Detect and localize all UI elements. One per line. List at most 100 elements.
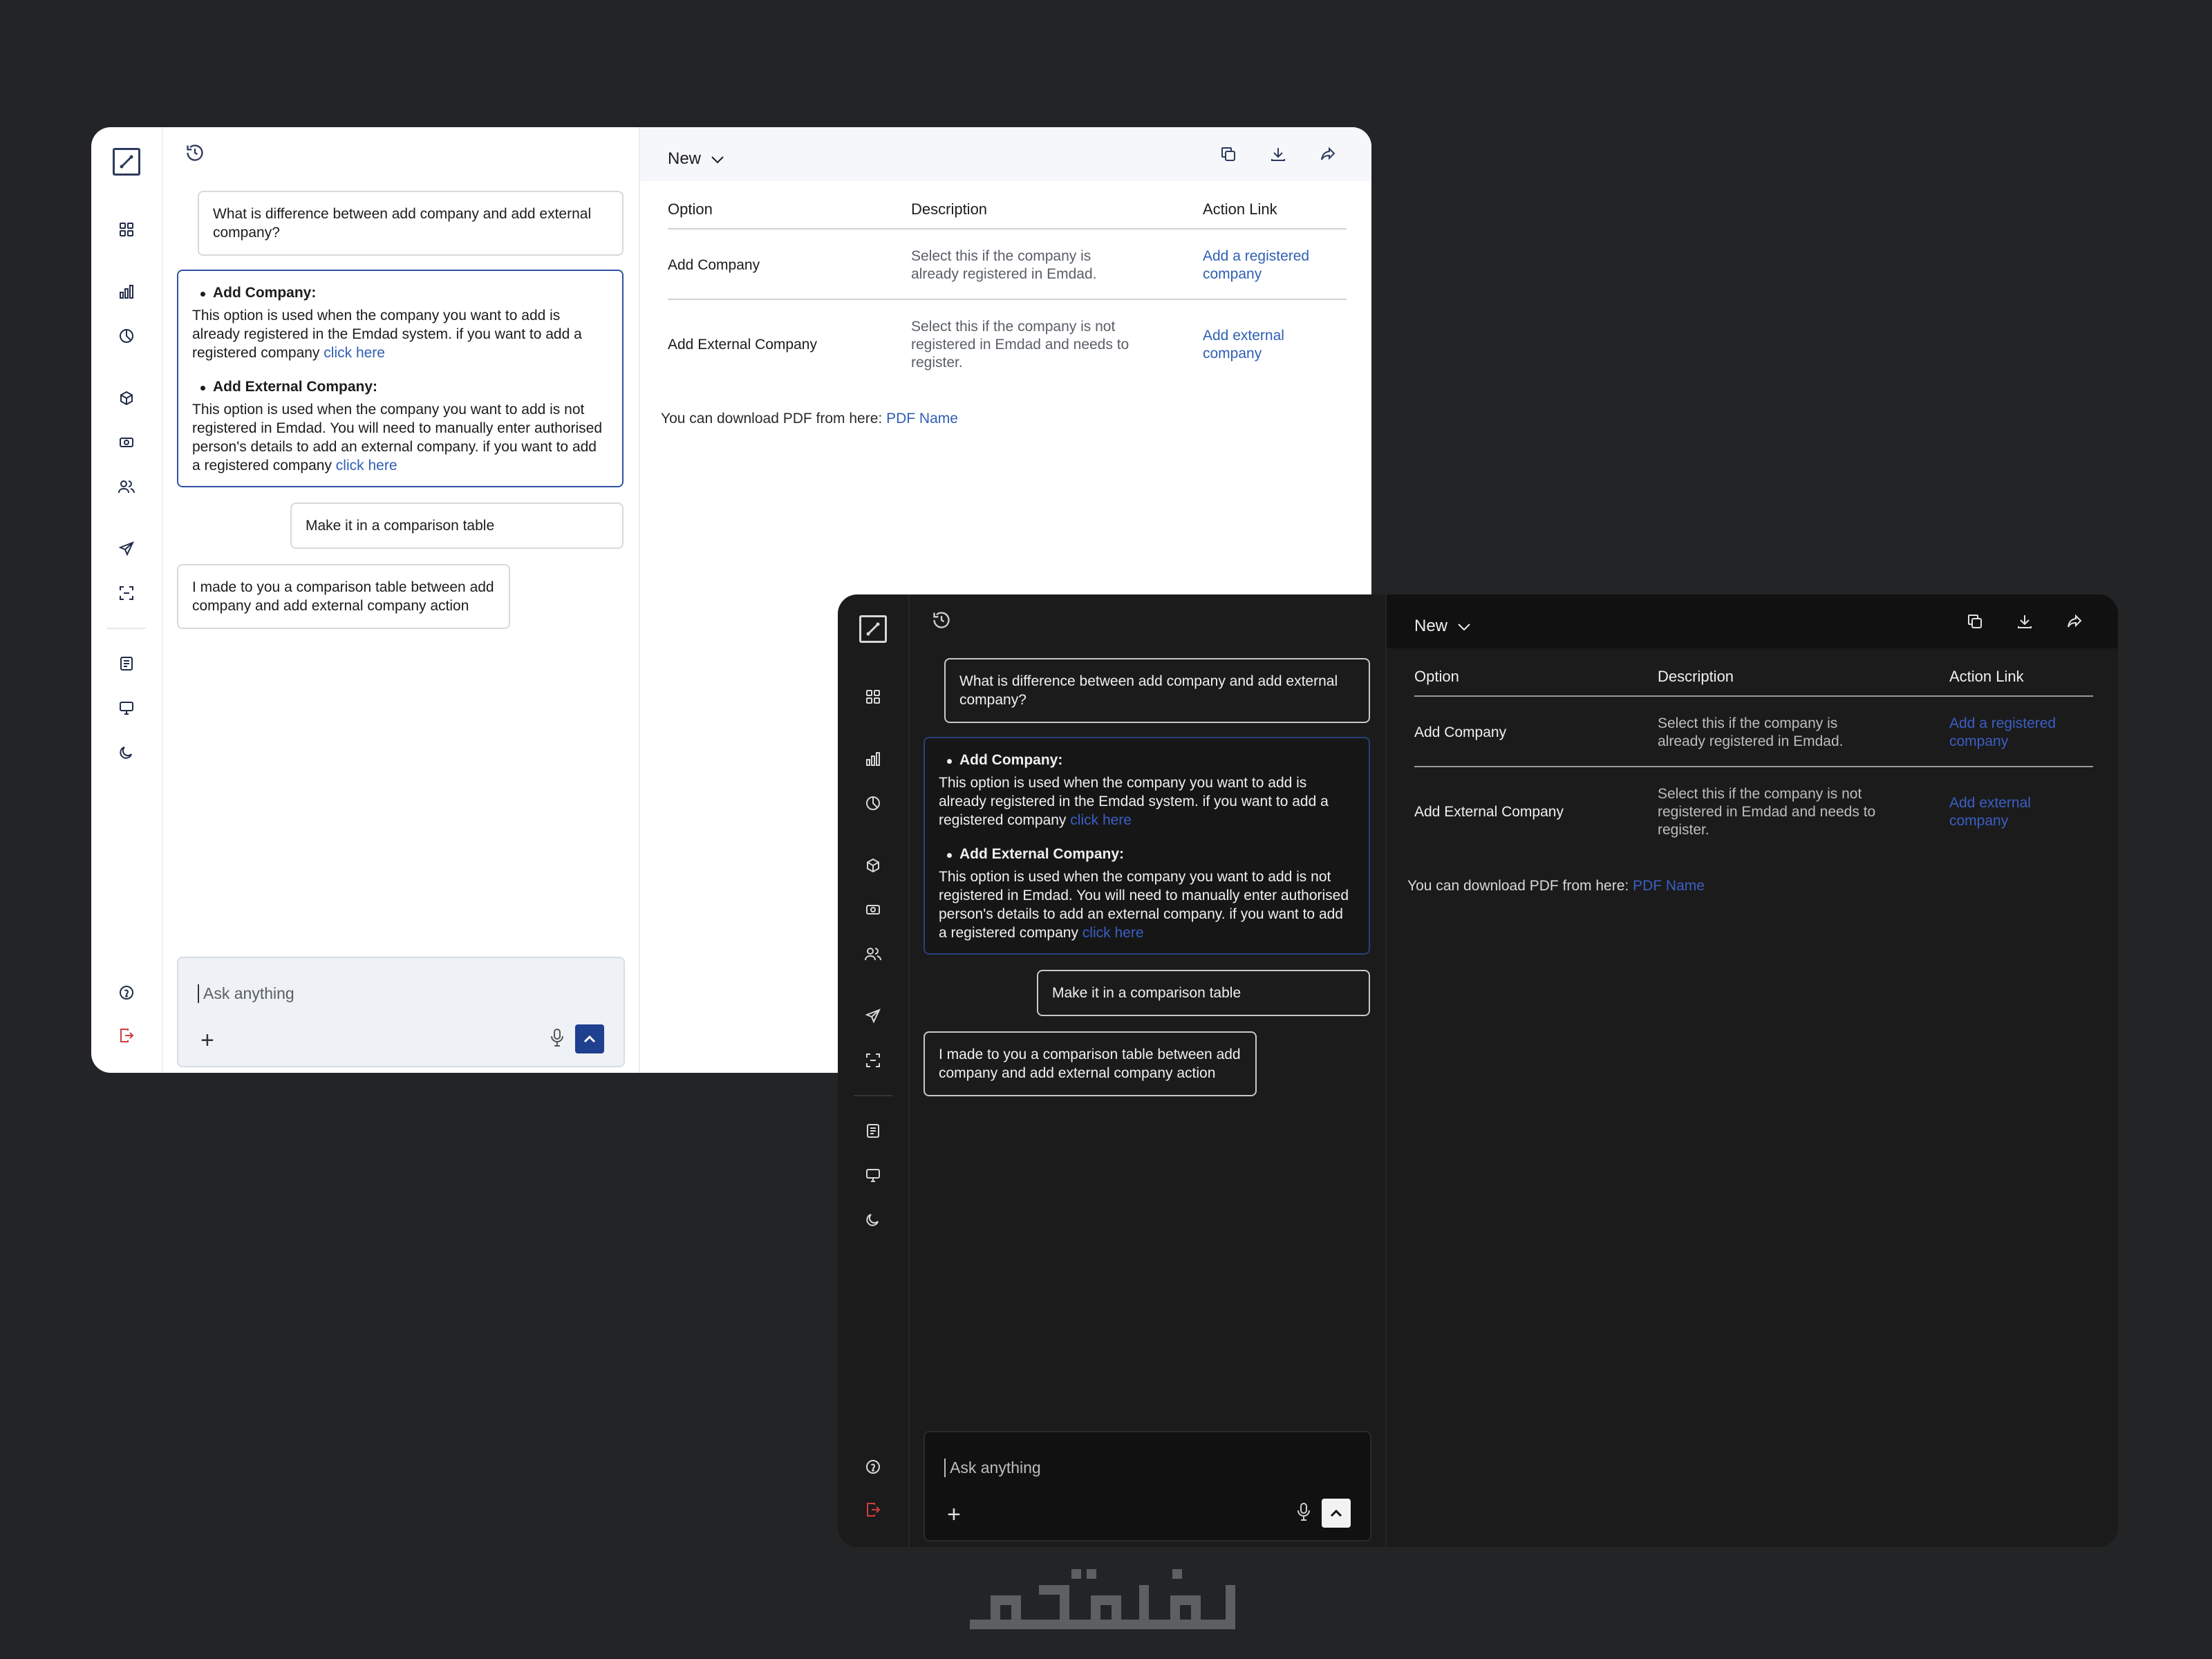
cash-icon[interactable] — [859, 896, 887, 924]
users-icon[interactable] — [859, 940, 887, 968]
help-icon[interactable] — [859, 1453, 887, 1481]
bar-chart-icon[interactable] — [113, 278, 140, 306]
history-icon[interactable] — [185, 143, 205, 166]
brand-logo — [970, 1569, 1235, 1629]
send-button[interactable] — [1322, 1499, 1351, 1528]
grid-icon[interactable] — [859, 683, 887, 711]
add-attachment-button[interactable]: + — [947, 1503, 961, 1526]
share-icon[interactable] — [1316, 142, 1340, 166]
pdf-text: You can download PDF from here: — [661, 411, 887, 427]
column-header: Description — [911, 194, 1203, 229]
ask-input[interactable]: Ask anything — [198, 984, 294, 1003]
bullet-title: Add Company: — [939, 751, 1355, 769]
bullet-body: This option is used when the company you… — [192, 402, 603, 474]
message-composer[interactable]: Ask anything + — [924, 1431, 1371, 1541]
microphone-icon[interactable] — [549, 1028, 565, 1051]
bullet-text: This option is used when the company you… — [939, 868, 1355, 942]
option-cell: Add Company — [1414, 696, 1658, 767]
report-icon[interactable] — [859, 1117, 887, 1145]
comparison-table: Option Description Action Link Add Compa… — [1414, 661, 2093, 854]
send-icon[interactable] — [859, 1002, 887, 1030]
logo-icon[interactable] — [859, 615, 887, 643]
cube-icon[interactable] — [859, 852, 887, 879]
bullet-title: Add External Company: — [939, 845, 1355, 863]
copy-icon[interactable] — [1217, 142, 1240, 166]
document-title-dropdown[interactable]: New — [668, 149, 724, 169]
monitor-icon[interactable] — [113, 694, 140, 722]
sidebar — [91, 127, 163, 1073]
help-icon[interactable] — [113, 979, 140, 1006]
bullet-text: This option is used when the company you… — [939, 774, 1355, 830]
moon-icon[interactable] — [859, 1206, 887, 1233]
ask-input[interactable]: Ask anything — [944, 1459, 1041, 1477]
click-here-link[interactable]: click here — [1070, 812, 1132, 828]
description-cell: Select this if the company is not regist… — [1658, 767, 1949, 854]
user-message: What is difference between add company a… — [944, 658, 1370, 723]
action-link[interactable]: Add external company — [1949, 794, 2067, 830]
table-row: Add External Company Select this if the … — [668, 299, 1347, 387]
chat-panel: What is difference between add company a… — [163, 127, 640, 1073]
logo-icon[interactable] — [113, 148, 140, 176]
download-icon[interactable] — [2013, 610, 2036, 633]
cash-icon[interactable] — [113, 429, 140, 456]
user-message: Make it in a comparison table — [290, 503, 624, 549]
microphone-icon[interactable] — [1295, 1502, 1312, 1525]
description-cell: Select this if the company is already re… — [1658, 696, 1949, 767]
bullet-body: This option is used when the company you… — [939, 775, 1329, 828]
document-pane: New Option Description Action Link Add C… — [1387, 594, 2118, 1547]
send-icon[interactable] — [113, 535, 140, 563]
pdf-text: You can download PDF from here: — [1407, 878, 1633, 894]
users-icon[interactable] — [113, 473, 140, 500]
pie-chart-icon[interactable] — [113, 322, 140, 350]
action-cell: Add external company — [1203, 299, 1347, 387]
action-cell: Add a registered company — [1203, 229, 1347, 300]
sidebar-divider — [854, 1095, 892, 1096]
option-cell: Add Company — [668, 229, 911, 300]
share-icon[interactable] — [2063, 610, 2086, 633]
description-cell: Select this if the company is not regist… — [911, 299, 1203, 387]
send-button[interactable] — [575, 1024, 604, 1053]
cube-icon[interactable] — [113, 384, 140, 412]
bullet-text: This option is used when the company you… — [192, 400, 608, 475]
pdf-link[interactable]: PDF Name — [886, 411, 958, 427]
action-link[interactable]: Add a registered company — [1949, 715, 2067, 751]
document-title: New — [1414, 617, 1448, 635]
option-cell: Add External Company — [668, 337, 817, 353]
action-link[interactable]: Add external company — [1203, 327, 1320, 363]
action-link[interactable]: Add a registered company — [1203, 247, 1320, 283]
click-here-link[interactable]: click here — [336, 458, 397, 474]
assistant-message: Add Company: This option is used when th… — [177, 270, 624, 487]
description-cell: Select this if the company is already re… — [911, 229, 1203, 300]
scan-icon[interactable] — [859, 1047, 887, 1074]
history-icon[interactable] — [932, 610, 951, 633]
user-message: What is difference between add company a… — [198, 191, 624, 256]
bullet-body: This option is used when the company you… — [192, 308, 582, 361]
scan-icon[interactable] — [113, 579, 140, 607]
copy-icon[interactable] — [1963, 610, 1987, 633]
pie-chart-icon[interactable] — [859, 789, 887, 817]
column-header: Action Link — [1203, 194, 1347, 229]
add-attachment-button[interactable]: + — [200, 1029, 214, 1052]
logout-icon[interactable] — [113, 1022, 140, 1049]
description-text: Select this if the company is already re… — [911, 248, 1097, 282]
grid-icon[interactable] — [113, 216, 140, 243]
bullet-text: This option is used when the company you… — [192, 306, 608, 362]
logout-icon[interactable] — [859, 1496, 887, 1524]
bullet-body: This option is used when the company you… — [939, 869, 1349, 941]
download-icon[interactable] — [1266, 142, 1290, 166]
pdf-link[interactable]: PDF Name — [1633, 878, 1705, 894]
action-cell: Add a registered company — [1949, 696, 2093, 767]
document-title-dropdown[interactable]: New — [1414, 617, 1471, 636]
message-composer[interactable]: Ask anything + — [177, 957, 625, 1067]
description-text: Select this if the company is not regist… — [911, 319, 1130, 371]
click-here-link[interactable]: click here — [324, 345, 385, 361]
moon-icon[interactable] — [113, 738, 140, 766]
bar-chart-icon[interactable] — [859, 745, 887, 773]
column-header: Action Link — [1949, 661, 2093, 697]
option-cell: Add External Company — [1414, 804, 1564, 820]
click-here-link[interactable]: click here — [1082, 925, 1144, 941]
monitor-icon[interactable] — [859, 1161, 887, 1189]
document-title: New — [668, 149, 702, 168]
report-icon[interactable] — [113, 650, 140, 677]
assistant-message: I made to you a comparison table between… — [177, 564, 510, 629]
